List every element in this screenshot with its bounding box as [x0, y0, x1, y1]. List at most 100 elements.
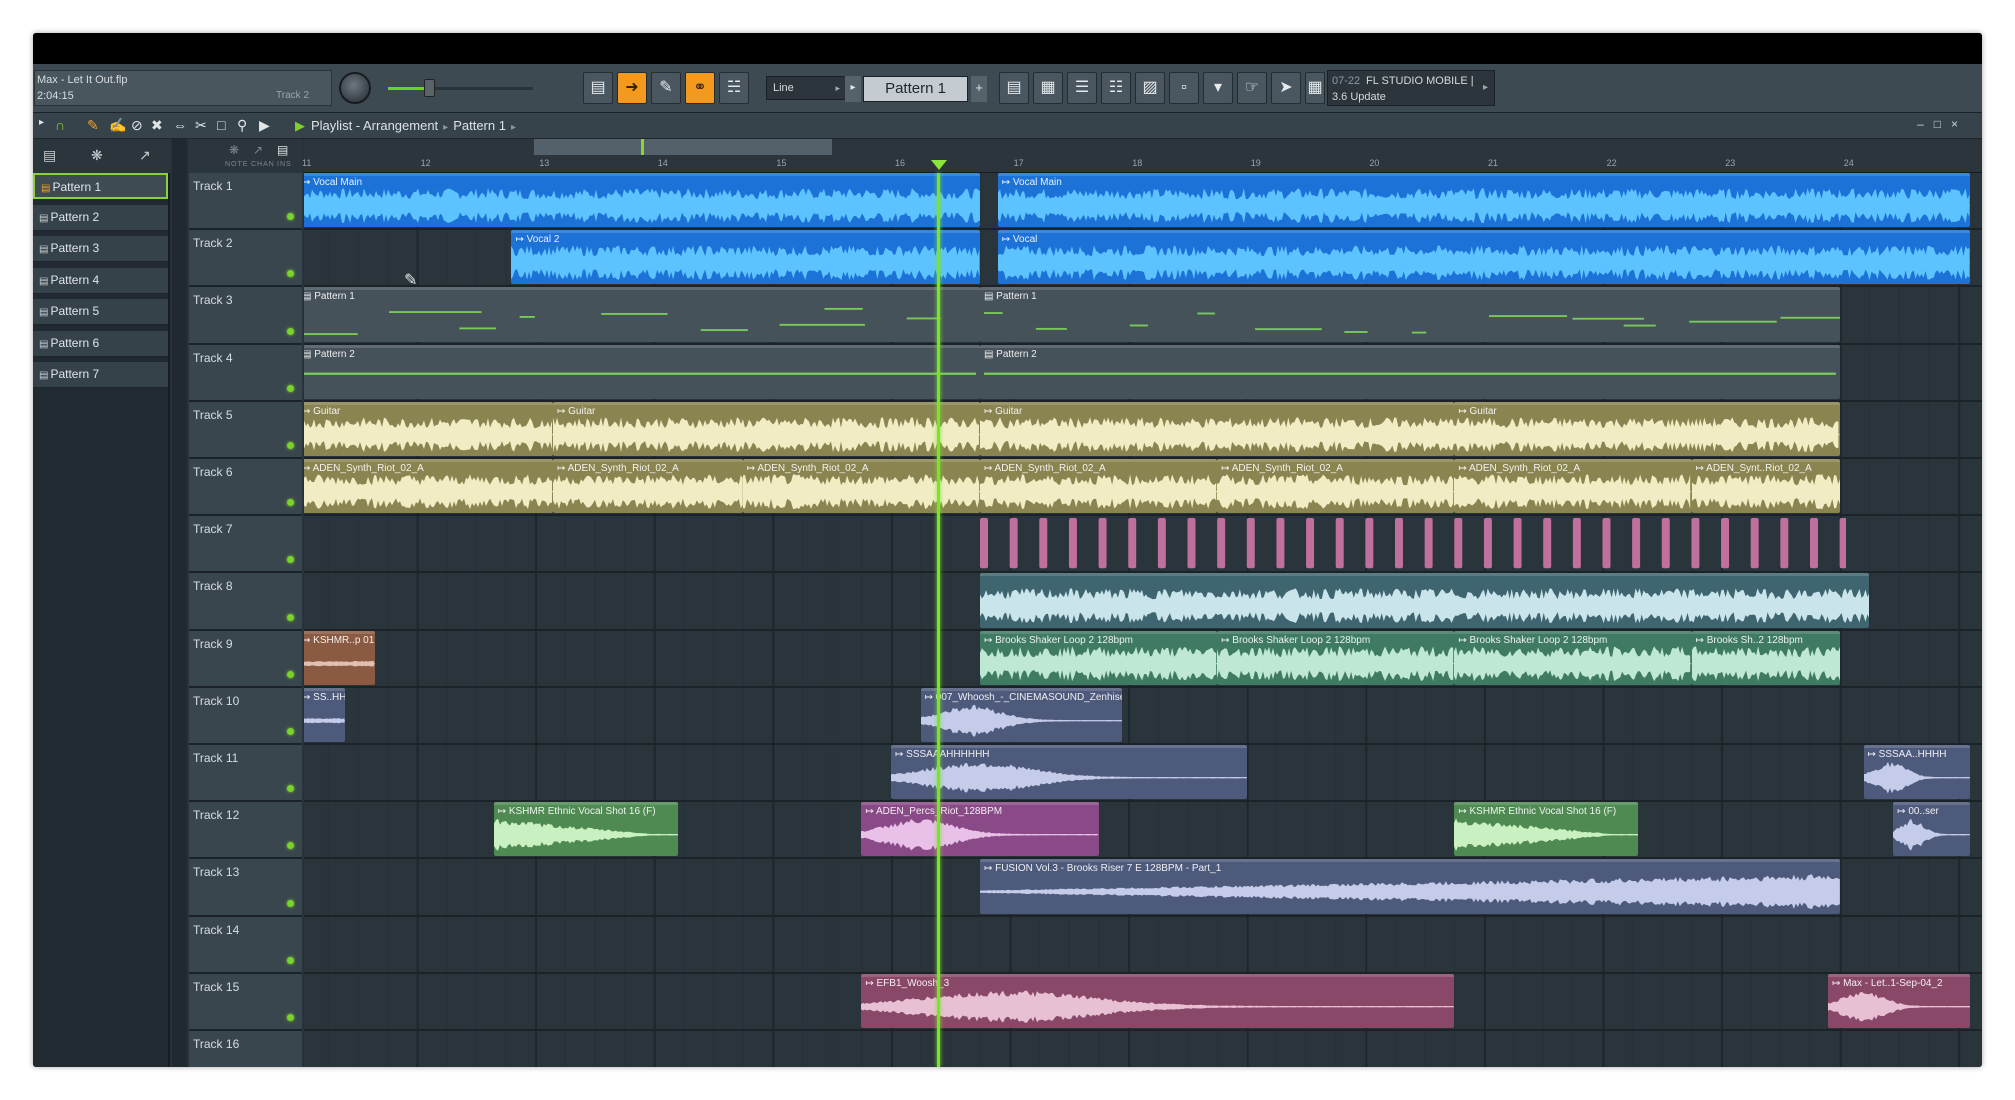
playlist-clip[interactable]: ↦ Brooks Sh..2 128bpm — [1691, 630, 1840, 685]
touch-controller-button[interactable]: ☞ — [1237, 72, 1267, 104]
pattern-prev-button[interactable]: ▸ — [845, 76, 861, 102]
overview-scrollbar[interactable] — [304, 139, 1982, 155]
piano-roll-button[interactable]: ▤ — [583, 72, 613, 104]
zoom-tool-icon[interactable]: ⚲ — [237, 117, 247, 134]
track-enable-led[interactable] — [287, 1013, 294, 1021]
playlist-clip[interactable]: ↦ Max - Let..1-Sep-04_2 — [1827, 973, 1971, 1028]
playlist-clip[interactable]: ↦ EFB1_Woosh_3 — [861, 973, 1455, 1028]
track-header[interactable]: Track 14 — [189, 916, 302, 974]
track-header[interactable]: Track 3 — [189, 287, 302, 345]
playlist-clip[interactable]: ↦ SS..HH — [304, 687, 346, 742]
ins-mode-icon[interactable]: ▤ — [277, 143, 288, 157]
playlist-clip[interactable]: ↦ ADEN_Synth_Riot_02_A — [742, 459, 980, 514]
track-header[interactable]: Track 2 — [189, 230, 302, 288]
playlist-clip[interactable]: ↦ KSHMR Ethnic Vocal Shot 16 (F) — [493, 802, 678, 857]
track-header[interactable]: Track 9 — [189, 630, 302, 688]
track-header[interactable]: Track 16 — [189, 1031, 302, 1067]
track-enable-led[interactable] — [287, 670, 294, 678]
track-enable-led[interactable] — [287, 613, 294, 621]
playlist-clip[interactable]: ↦ Vocal Main — [997, 173, 1971, 228]
playlist-clip[interactable]: ↦ Brooks Shaker Loop 2 128bpm — [1217, 630, 1455, 685]
playlist-grid[interactable]: ↦ Vocal Main ↦ Vocal Main ↦ Vocal 2 ↦ Vocal… — [304, 173, 1982, 1067]
playlist-clip[interactable]: ↦ SSSAAAHHHHHH — [891, 745, 1247, 800]
track-header[interactable]: Track 6 — [189, 459, 302, 517]
pattern-item[interactable]: ▤ Pattern 3 — [33, 236, 168, 262]
playlist-clip[interactable]: ↦ SSSAA..HHHH — [1863, 745, 1971, 800]
pattern-selector[interactable]: Pattern 1 — [863, 76, 968, 102]
playlist-clip[interactable]: ↦ Vocal — [997, 230, 1971, 285]
track-header[interactable]: Track 4 — [189, 344, 302, 402]
mixer-button[interactable]: ☷ — [1101, 72, 1131, 104]
playlist-clip[interactable]: ↦ KSHMR Ethnic Vocal Shot 16 (F) — [1454, 802, 1639, 857]
plugin-picker-button[interactable]: ▾ — [1203, 72, 1233, 104]
playlist-clip[interactable]: ↦ Guitar — [979, 401, 1455, 456]
playlist-clip[interactable]: ↦ ADEN_Synt..Riot_02_A — [1691, 459, 1840, 514]
draw-tool-icon[interactable]: ✎ — [87, 117, 99, 134]
add-pattern-button[interactable]: + — [971, 76, 987, 102]
pattern-item[interactable]: ▤ Pattern 6 — [33, 330, 168, 357]
playlist-clip[interactable]: ↦ KSHMR..p 01 — [304, 630, 376, 685]
delete-tool-icon[interactable]: ⊘ — [131, 117, 143, 134]
playlist-clip[interactable]: ↦ Guitar — [304, 401, 553, 456]
playlist-clip[interactable]: ↦ ADEN_Synth_Riot_02_A — [552, 459, 743, 514]
playhead-marker[interactable] — [931, 160, 947, 170]
chan-mode-icon[interactable]: ↗ — [253, 143, 263, 157]
menu-arrow-icon[interactable]: ▸ — [39, 117, 44, 128]
playlist-clip[interactable]: ↦ 007_Whoosh_-_CINEMASOUND_Zenhiser — [920, 687, 1123, 742]
news-panel[interactable]: 07-22 FL STUDIO MOBILE | 3.6 Update ▸ — [1327, 70, 1495, 106]
playlist-clip[interactable] — [979, 516, 1846, 570]
track-enable-led[interactable] — [287, 899, 294, 907]
playlist-clip[interactable]: ↦ ADEN_Synth_Riot_02_A — [304, 459, 553, 514]
playlist-clip[interactable]: ↦ Brooks Shaker Loop 2 128bpm — [979, 630, 1218, 685]
mute-tool-icon[interactable]: ✖ — [151, 117, 163, 134]
master-volume-slider[interactable] — [388, 79, 533, 97]
track-header[interactable]: Track 15 — [189, 973, 302, 1031]
track-enable-led[interactable] — [287, 785, 294, 793]
pattern-item[interactable]: ▤ Pattern 4 — [33, 267, 168, 294]
playback-tool-icon[interactable]: ▶ — [259, 117, 270, 134]
track-enable-led[interactable] — [287, 499, 294, 507]
playlist-clip[interactable]: ↦ Guitar — [552, 401, 980, 456]
playlist-clip[interactable] — [979, 573, 1870, 628]
window-controls[interactable]: –□× — [1917, 117, 1968, 131]
track-enable-led[interactable] — [287, 327, 294, 335]
playlist-clip[interactable]: ↦ ADEN_Synth_Riot_02_A — [979, 459, 1218, 514]
browser-button[interactable]: ▨ — [1135, 72, 1165, 104]
track-enable-led[interactable] — [287, 270, 294, 278]
slice-tool-icon[interactable]: ✂ — [195, 117, 207, 134]
playlist-clip[interactable]: ▤ Pattern 2 — [979, 344, 1840, 399]
track-enable-led[interactable] — [287, 556, 294, 564]
playlist-clip[interactable]: ↦ ADEN_Synth_Riot_02_A — [1454, 459, 1692, 514]
track-header[interactable]: Track 5 — [189, 401, 302, 459]
playlist-clip[interactable]: ▤ Pattern 1 — [979, 287, 1840, 342]
picker-audio-icon[interactable]: ❋ — [91, 147, 103, 164]
playlist-clip[interactable]: ↦ FUSION Vol.3 - Brooks Riser 7 E 128BPM… — [979, 859, 1840, 914]
track-enable-led[interactable] — [287, 842, 294, 850]
pattern-item[interactable]: ▤ Pattern 5 — [33, 299, 168, 325]
snap-select[interactable]: Line ▸ — [766, 76, 846, 100]
playlist-clip[interactable]: ↦ ADEN_Synth_Riot_02_A — [1217, 459, 1455, 514]
track-header[interactable]: Track 10 — [189, 687, 302, 745]
playlist-clip[interactable]: ▤ Pattern 2 — [304, 344, 980, 399]
link-button[interactable]: ⚭ — [685, 72, 715, 104]
playlist-clip[interactable]: ▤ Pattern 1 — [304, 287, 980, 342]
shop-button[interactable]: ▦ — [1305, 72, 1325, 104]
master-pitch-knob[interactable] — [339, 72, 371, 104]
playlist-clip[interactable]: ↦ Vocal Main — [304, 173, 980, 228]
playlist-clip[interactable]: ↦ 00..ser — [1893, 802, 1971, 857]
overview-visible-range[interactable] — [534, 139, 832, 155]
pattern-item[interactable]: ▤ Pattern 7 — [33, 362, 168, 388]
stamp-button[interactable]: ☵ — [719, 72, 749, 104]
picker-automation-icon[interactable]: ↗ — [139, 147, 151, 164]
magnet-icon[interactable]: ∩ — [55, 117, 65, 133]
track-enable-led[interactable] — [287, 213, 294, 221]
track-header[interactable]: Track 11 — [189, 745, 302, 803]
playlist-clip[interactable]: ↦ ADEN_Percs_Riot_128BPM — [861, 802, 1099, 857]
project-button[interactable]: ▫ — [1169, 72, 1199, 104]
breadcrumb[interactable]: ▶ Playlist - Arrangement ▸ Pattern 1 ▸ — [295, 118, 521, 134]
pattern-item[interactable]: ▤ Pattern 1 — [33, 173, 168, 199]
picker-patterns-icon[interactable]: ▤ — [43, 147, 56, 164]
track-enable-led[interactable] — [287, 727, 294, 735]
pattern-item[interactable]: ▤ Pattern 2 — [33, 204, 168, 231]
piano-roll-window-button[interactable]: ▦ — [1033, 72, 1063, 104]
